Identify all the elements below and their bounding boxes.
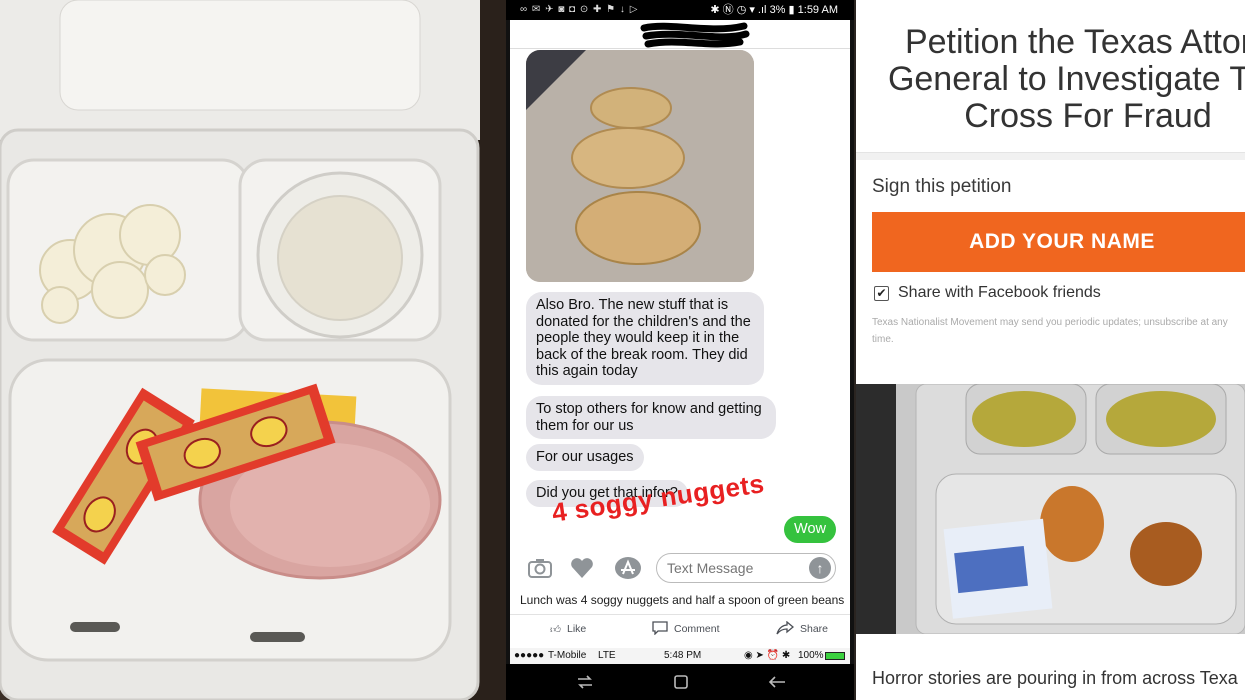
battery-icon	[825, 652, 845, 660]
section-divider	[856, 152, 1245, 160]
text-message-field[interactable]: ↑	[656, 553, 836, 583]
add-your-name-button[interactable]: ADD YOUR NAME	[872, 212, 1245, 272]
sign-petition-label: Sign this petition	[872, 176, 1012, 197]
comment-label: Comment	[674, 623, 720, 635]
thumbs-up-icon: 👍︎	[550, 623, 561, 636]
status-bar-embedded: ●●●●● T-Mobile LTE 5:48 PM ◉ ➤ ⏰ ✱ 100%	[510, 648, 850, 664]
back-icon[interactable]	[762, 670, 792, 694]
share-label: Share	[800, 623, 829, 635]
recent-apps-icon[interactable]	[570, 670, 600, 694]
header-divider	[510, 48, 850, 49]
redacted-contact-name	[640, 22, 750, 48]
overlay-caption: 4 soggy nuggets	[550, 468, 767, 528]
share-arrow-icon	[776, 620, 795, 638]
message-composer: ↑	[510, 550, 850, 590]
notification-icons: ∞ ✉ ✈ ◙ ◘ ⊙ ✚ ⚑ ↓ ▷	[520, 4, 639, 15]
phone-screenshot: ∞ ✉ ✈ ◙ ◘ ⊙ ✚ ⚑ ↓ ▷ ✱ Ⓝ ◷ ▾ .ıl 3% ▮ 1:5…	[506, 0, 854, 700]
comment-icon	[652, 620, 668, 638]
lunch-tray-2-illustration	[856, 384, 1245, 634]
share-facebook-option[interactable]: ✔ Share with Facebook friends	[874, 284, 1101, 302]
lunch-tray-illustration	[0, 0, 506, 700]
like-button[interactable]: 👍︎ Like	[550, 619, 586, 639]
message-photo-nuggets[interactable]	[526, 50, 754, 282]
lunch-tray-photo	[0, 0, 506, 700]
signal-icon: ●●●●●	[514, 650, 545, 661]
status-bar-top: ∞ ✉ ✈ ◙ ◘ ⊙ ✚ ⚑ ↓ ▷ ✱ Ⓝ ◷ ▾ .ıl 3% ▮ 1:5…	[506, 0, 854, 20]
message-bubble-incoming: For our usages	[526, 444, 644, 471]
school-lunch-photo	[856, 384, 1245, 634]
petition-title: Petition the Texas Attorn General to Inv…	[878, 24, 1245, 135]
status-right: ✱ Ⓝ ◷ ▾ .ıl 3% ▮ 1:59 AM	[710, 4, 838, 16]
petition-title-line: Petition the Texas Attorn	[904, 23, 1245, 61]
message-bubble-incoming: Also Bro. The new stuff that is donated …	[526, 292, 764, 385]
clock: 1:59 AM	[797, 4, 838, 16]
embedded-status-icons: ◉ ➤ ⏰ ✱	[744, 650, 791, 661]
nuggets-illustration	[526, 50, 754, 282]
share-checkbox[interactable]: ✔	[874, 285, 889, 301]
share-button[interactable]: Share	[776, 619, 828, 639]
message-bubble-outgoing: Wow	[784, 516, 836, 543]
comment-button[interactable]: Comment	[652, 619, 720, 639]
share-facebook-label: Share with Facebook friends	[898, 284, 1101, 301]
embedded-clock: 5:48 PM	[664, 650, 702, 661]
message-bubble-incoming: To stop others for know and getting them…	[526, 396, 776, 439]
petition-title-line: General to Investigate The	[887, 60, 1245, 98]
facebook-action-bar: 👍︎ Like Comment Share	[510, 614, 850, 642]
network-type: LTE	[598, 650, 616, 661]
carrier-name: T-Mobile	[548, 650, 587, 661]
embedded-battery: 100%	[798, 650, 824, 661]
home-icon[interactable]	[666, 670, 696, 694]
collage: ∞ ✉ ✈ ◙ ◘ ⊙ ✚ ⚑ ↓ ▷ ✱ Ⓝ ◷ ▾ .ıl 3% ▮ 1:5…	[0, 0, 1245, 700]
petition-page: Petition the Texas Attorn General to Inv…	[856, 0, 1245, 700]
app-store-icon[interactable]	[614, 556, 642, 580]
like-label: Like	[566, 623, 587, 635]
article-teaser-text: Horror stories are pouring in from acros…	[872, 668, 1238, 688]
battery-percent: 3%	[769, 4, 786, 16]
android-nav-bar	[506, 664, 854, 700]
petition-title-line: Cross For Fraud	[964, 97, 1212, 135]
digital-touch-icon[interactable]	[568, 556, 596, 580]
facebook-post-caption: Lunch was 4 soggy nuggets and half a spo…	[520, 593, 845, 607]
message-thread[interactable]: Also Bro. The new stuff that is donated …	[510, 20, 850, 648]
text-message-input[interactable]	[657, 554, 807, 582]
updates-disclaimer: Texas Nationalist Movement may send you …	[872, 317, 1228, 345]
camera-icon[interactable]	[526, 556, 554, 580]
send-arrow-icon[interactable]: ↑	[809, 557, 831, 579]
